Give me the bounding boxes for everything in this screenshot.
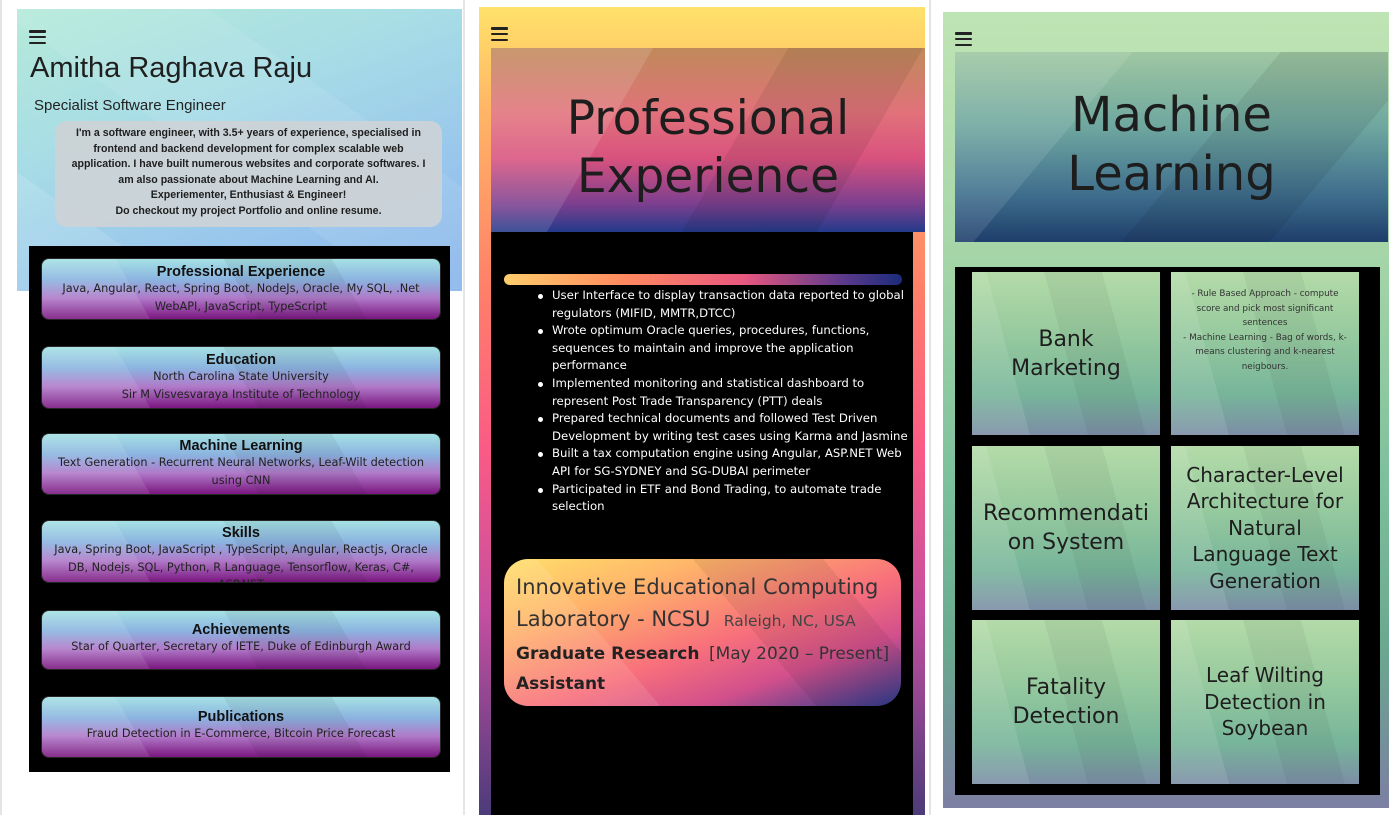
card-professional-experience[interactable]: Professional Experience Java, Angular, R… bbox=[42, 259, 440, 319]
intro-cta: Do checkout my project Portfolio and onl… bbox=[115, 204, 382, 217]
experience-bullet-list: User Interface to display transaction da… bbox=[515, 287, 915, 516]
card-title: Skills bbox=[222, 525, 260, 541]
tile-title: Fatality Detection bbox=[1009, 673, 1124, 731]
title-line: Professional bbox=[566, 91, 850, 146]
cards-container bbox=[29, 246, 450, 772]
ml-page-title: Machine Learning bbox=[955, 86, 1388, 204]
card-title: Education bbox=[205, 352, 277, 368]
tile-title-line: Generation bbox=[1209, 568, 1321, 593]
experience-card-ncsu[interactable]: Innovative Educational Computing Laborat… bbox=[504, 559, 901, 706]
card-description: Java, Spring Boot, JavaScript , TypeScri… bbox=[54, 543, 428, 582]
tile-description-line: score and pick most significant bbox=[1196, 303, 1334, 314]
position-line: Graduate Research bbox=[516, 644, 700, 664]
tile-title-line: Detection in bbox=[1204, 689, 1326, 714]
card-publications[interactable]: Publications Fraud Detection in E-Commer… bbox=[42, 697, 440, 757]
tile-leaf-wilting-detection[interactable]: Leaf Wilting Detection in Soybean bbox=[1171, 620, 1359, 784]
tile-description-line: neigbours. bbox=[1241, 361, 1289, 372]
organization-location: Raleigh, NC, USA bbox=[723, 612, 856, 630]
profile-role: Specialist Software Engineer bbox=[34, 97, 226, 114]
gradient-divider bbox=[504, 274, 902, 285]
experience-page-title: Professional Experience bbox=[491, 90, 925, 206]
list-item: Built a tax computation engine using Ang… bbox=[515, 445, 915, 480]
tile-title-line: Leaf Wilting bbox=[1206, 663, 1324, 688]
intro-text: I'm a software engineer, with 3.5+ years… bbox=[71, 127, 426, 186]
card-education[interactable]: Education North Carolina State Universit… bbox=[42, 347, 440, 408]
experience-position: Graduate Research Assistant bbox=[516, 639, 699, 699]
tile-title-line: Soybean bbox=[1221, 716, 1309, 741]
card-title: Professional Experience bbox=[156, 264, 326, 280]
hamburger-menu-icon[interactable] bbox=[955, 32, 972, 46]
tile-title: Leaf Wilting Detection in Soybean bbox=[1200, 662, 1330, 742]
tile-description-line: means clustering and k-nearest bbox=[1195, 347, 1335, 357]
tile-description-line: sentences bbox=[1242, 318, 1288, 328]
list-item: Implemented monitoring and statistical d… bbox=[515, 375, 915, 410]
list-item: User Interface to display transaction da… bbox=[515, 287, 915, 322]
tile-title-line: Architecture for bbox=[1186, 489, 1344, 514]
tile-bank-marketing-details[interactable]: - Rule Based Approach - compute score an… bbox=[1171, 272, 1359, 435]
experience-panel: Professional Experience User Interface t… bbox=[463, 0, 928, 815]
position-line: Assistant bbox=[516, 674, 606, 694]
tile-title-line: Character-Level bbox=[1186, 462, 1344, 487]
tile-title-line: on System bbox=[1007, 530, 1125, 555]
tile-title: Bank Marketing bbox=[1007, 325, 1125, 383]
profile-intro: I'm a software engineer, with 3.5+ years… bbox=[55, 121, 442, 227]
tile-title: Recommendati on System bbox=[979, 499, 1153, 557]
card-title: Machine Learning bbox=[179, 438, 303, 454]
card-description: Text Generation - Recurrent Neural Netwo… bbox=[58, 456, 424, 487]
tile-title-line: Recommendati bbox=[983, 501, 1149, 526]
tile-description-line: - Rule Based Approach - compute bbox=[1191, 289, 1339, 299]
card-achievements[interactable]: Achievements Star of Quarter, Secretary … bbox=[42, 611, 440, 669]
tile-description-line: - Machine Learning - Bag of words, k- bbox=[1183, 332, 1347, 343]
list-item: Prepared technical documents and followe… bbox=[515, 410, 915, 445]
tile-title-line: Fatality bbox=[1025, 675, 1107, 700]
tile-bank-marketing[interactable]: Bank Marketing bbox=[972, 272, 1160, 435]
tile-fatality-detection[interactable]: Fatality Detection bbox=[972, 620, 1160, 784]
card-description-line: North Carolina State University bbox=[153, 370, 329, 383]
experience-dates: [May 2020 – Present] bbox=[709, 644, 890, 664]
tile-title: Character-Level Architecture for Natural… bbox=[1182, 462, 1347, 595]
tile-description: - Rule Based Approach - compute score an… bbox=[1173, 287, 1357, 374]
title-line: Experience bbox=[576, 149, 840, 204]
tile-title-line: Language Text bbox=[1192, 542, 1338, 567]
list-item: Wrote optimum Oracle queries, procedures… bbox=[515, 322, 915, 375]
ml-panel: Machine Learning Bank Marketing - Rule B… bbox=[929, 0, 1397, 815]
intro-tagline: Experiementer, Enthusiast & Engineer! bbox=[150, 189, 347, 202]
card-description: Fraud Detection in E-Commerce, Bitcoin P… bbox=[86, 727, 396, 740]
hamburger-menu-icon[interactable] bbox=[491, 27, 508, 41]
card-description: Star of Quarter, Secretary of IETE, Duke… bbox=[71, 640, 411, 653]
tile-character-level-text-generation[interactable]: Character-Level Architecture for Natural… bbox=[1171, 446, 1359, 610]
tile-title-line: Bank bbox=[1038, 326, 1094, 352]
card-machine-learning[interactable]: Machine Learning Text Generation - Recur… bbox=[42, 434, 440, 494]
card-skills[interactable]: Skills Java, Spring Boot, JavaScript , T… bbox=[42, 521, 440, 582]
hamburger-menu-icon[interactable] bbox=[29, 30, 46, 44]
profile-name: Amitha Raghava Raju bbox=[30, 52, 313, 84]
tile-title-line: Detection bbox=[1012, 704, 1120, 729]
tile-title-line: Natural bbox=[1228, 515, 1302, 540]
profile-panel: Amitha Raghava Raju Specialist Software … bbox=[0, 0, 462, 815]
tile-recommendation-system[interactable]: Recommendati on System bbox=[972, 446, 1160, 610]
tile-title-line: Marketing bbox=[1011, 355, 1121, 381]
card-title: Achievements bbox=[191, 622, 291, 638]
list-item: Participated in ETF and Bond Trading, to… bbox=[515, 481, 915, 516]
title-line: Learning bbox=[1067, 146, 1276, 202]
title-line: Machine bbox=[1071, 87, 1272, 143]
card-description: Java, Angular, React, Spring Boot, NodeJ… bbox=[62, 282, 420, 313]
experience-organization: Innovative Educational Computing Laborat… bbox=[516, 571, 896, 637]
card-description-line: Sir M Visvesvaraya Institute of Technolo… bbox=[121, 387, 361, 401]
card-title: Publications bbox=[197, 709, 285, 725]
